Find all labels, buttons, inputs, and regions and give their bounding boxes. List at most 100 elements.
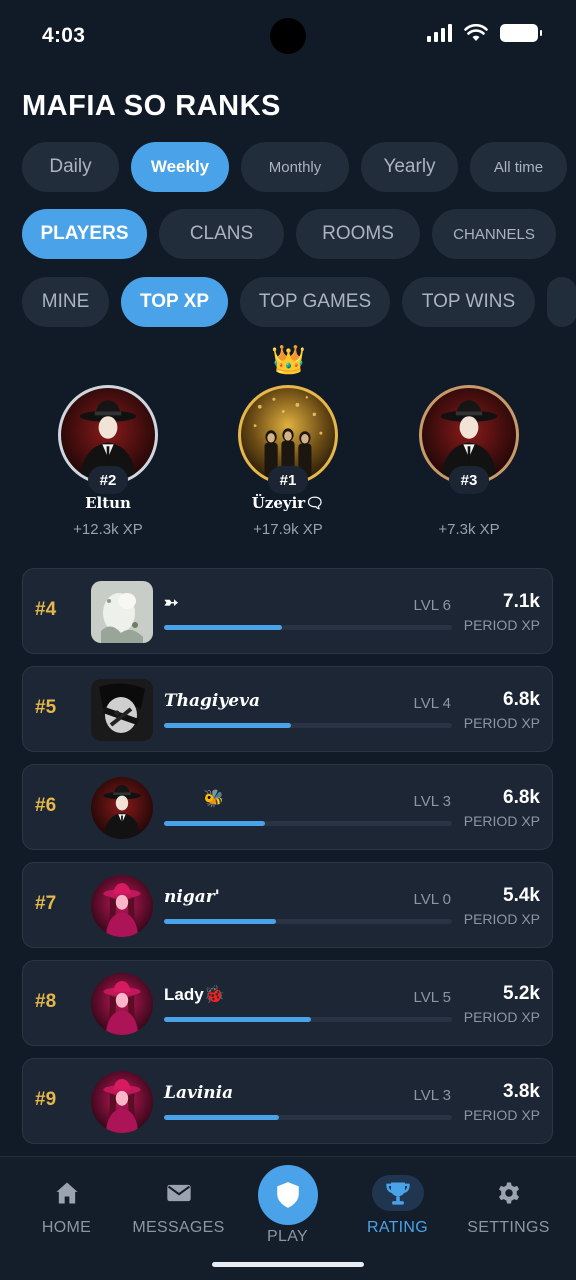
ranking-row[interactable]: #5 Thagiyeva LVL 4 6.8k PERIOD XP bbox=[22, 666, 553, 752]
row-rank: #6 bbox=[35, 795, 57, 816]
page-title: MAFIA SO RANKS bbox=[22, 90, 281, 122]
row-level: LVL 4 bbox=[413, 695, 451, 712]
row-xp-value: 6.8k bbox=[503, 787, 540, 808]
podium-third-rank: #3 bbox=[449, 466, 489, 494]
ranking-row[interactable]: #4 ➳ LVL 6 7.1k PERIOD XP bbox=[22, 568, 553, 654]
row-xp-label: PERIOD XP bbox=[463, 1009, 540, 1025]
row-rank: #5 bbox=[35, 697, 57, 718]
nav-rating-label: RATING bbox=[366, 1219, 429, 1236]
row-rank: #8 bbox=[35, 991, 57, 1012]
row-progress-bar bbox=[164, 1115, 452, 1120]
nav-rating[interactable]: RATING bbox=[340, 1157, 455, 1247]
podium-first-xp: +17.9k XP bbox=[253, 521, 323, 538]
home-indicator bbox=[212, 1262, 364, 1267]
avatar bbox=[91, 679, 153, 741]
tab-clans[interactable]: CLANS bbox=[159, 209, 284, 259]
row-player-name: Thagiyeva bbox=[164, 691, 260, 711]
row-xp-label: PERIOD XP bbox=[463, 813, 540, 829]
mail-icon bbox=[167, 1184, 191, 1202]
tab-top-xp[interactable]: TOP XP bbox=[121, 277, 228, 327]
row-xp-value: 6.8k bbox=[503, 689, 540, 710]
tab-channels[interactable]: CHANNELS bbox=[432, 209, 556, 259]
crown-icon: 👑 bbox=[271, 344, 306, 375]
row-player-name: ➳ bbox=[164, 593, 179, 612]
ranking-row[interactable]: #7 nigar' LVL 0 5.4k PERIOD XP bbox=[22, 862, 553, 948]
tab-rooms[interactable]: ROOMS bbox=[296, 209, 420, 259]
avatar bbox=[91, 581, 153, 643]
camera-cutout bbox=[270, 18, 306, 54]
ranking-row[interactable]: #6 🐝 LVL 3 6.8k PERIOD XP bbox=[22, 764, 553, 850]
row-xp-value: 5.4k bbox=[503, 885, 540, 906]
row-player-name: nigar' bbox=[164, 887, 220, 907]
row-xp-label: PERIOD XP bbox=[463, 715, 540, 731]
row-xp-value: 7.1k bbox=[503, 591, 540, 612]
period-tabs: Daily Weekly Monthly Yearly All time bbox=[22, 142, 567, 192]
row-player-name: Lavinia bbox=[164, 1083, 234, 1103]
avatar bbox=[91, 777, 153, 839]
shield-icon bbox=[277, 1182, 299, 1208]
tab-yearly[interactable]: Yearly bbox=[361, 142, 458, 192]
nav-settings-label: SETTINGS bbox=[467, 1219, 550, 1236]
row-xp-label: PERIOD XP bbox=[463, 617, 540, 633]
row-level: LVL 0 bbox=[413, 891, 451, 908]
home-icon bbox=[56, 1182, 78, 1204]
nav-home[interactable]: HOME bbox=[9, 1157, 124, 1247]
signal-icon bbox=[427, 24, 452, 42]
ranking-row[interactable]: #8 Lady🐞 LVL 5 5.2k PERIOD XP bbox=[22, 960, 553, 1046]
tab-players[interactable]: PLAYERS bbox=[22, 209, 147, 259]
tab-weekly[interactable]: Weekly bbox=[131, 142, 229, 192]
tab-daily[interactable]: Daily bbox=[22, 142, 119, 192]
play-button[interactable] bbox=[258, 1165, 318, 1225]
row-progress-bar bbox=[164, 1017, 452, 1022]
row-player-name: 🐝 bbox=[203, 789, 225, 808]
tab-monthly[interactable]: Monthly bbox=[241, 142, 349, 192]
avatar bbox=[91, 1071, 153, 1133]
row-progress-fill bbox=[164, 1017, 311, 1022]
podium-second-xp: +12.3k XP bbox=[73, 521, 143, 538]
tab-more-partial[interactable] bbox=[547, 277, 576, 327]
row-rank: #7 bbox=[35, 893, 57, 914]
row-progress-fill bbox=[164, 821, 265, 826]
trophy-icon bbox=[386, 1182, 410, 1205]
row-progress-bar bbox=[164, 723, 452, 728]
row-progress-bar bbox=[164, 821, 452, 826]
row-xp-value: 3.8k bbox=[503, 1081, 540, 1102]
metric-tabs: MINE TOP XP TOP GAMES TOP WINS bbox=[22, 277, 576, 327]
nav-messages-label: MESSAGES bbox=[132, 1219, 225, 1236]
podium-second-rank: #2 bbox=[88, 466, 128, 494]
row-rank: #9 bbox=[35, 1089, 57, 1110]
status-icons bbox=[427, 24, 542, 42]
category-tabs: PLAYERS CLANS ROOMS CHANNELS bbox=[22, 209, 556, 259]
row-progress-bar bbox=[164, 625, 452, 630]
podium-third-xp: +7.3k XP bbox=[438, 521, 500, 538]
tab-top-wins[interactable]: TOP WINS bbox=[402, 277, 535, 327]
status-bar: 4:03 bbox=[0, 0, 576, 72]
tab-all-time[interactable]: All time bbox=[470, 142, 567, 192]
battery-icon bbox=[500, 24, 542, 42]
nav-play-label: PLAY bbox=[267, 1228, 308, 1245]
nav-messages[interactable]: MESSAGES bbox=[121, 1157, 236, 1247]
nav-settings[interactable]: SETTINGS bbox=[451, 1157, 566, 1247]
row-progress-bar bbox=[164, 919, 452, 924]
tab-mine[interactable]: MINE bbox=[22, 277, 109, 327]
ranking-row[interactable]: #9 Lavinia LVL 3 3.8k PERIOD XP bbox=[22, 1058, 553, 1144]
row-progress-fill bbox=[164, 625, 283, 630]
wifi-icon bbox=[464, 24, 488, 41]
tab-top-games[interactable]: TOP GAMES bbox=[240, 277, 390, 327]
podium-first-name: Üzeyir🗨 bbox=[251, 494, 325, 512]
row-progress-fill bbox=[164, 723, 291, 728]
row-xp-value: 5.2k bbox=[503, 983, 540, 1004]
row-level: LVL 3 bbox=[413, 793, 451, 810]
gear-icon bbox=[498, 1182, 520, 1204]
row-level: LVL 6 bbox=[413, 597, 451, 614]
row-progress-fill bbox=[164, 1115, 280, 1120]
podium-first-rank: #1 bbox=[268, 466, 308, 494]
nav-home-label: HOME bbox=[41, 1219, 92, 1236]
podium-second-name: Eltun bbox=[85, 494, 131, 512]
avatar bbox=[91, 875, 153, 937]
row-level: LVL 5 bbox=[413, 989, 451, 1006]
row-xp-label: PERIOD XP bbox=[463, 911, 540, 927]
status-time: 4:03 bbox=[42, 24, 86, 47]
row-progress-fill bbox=[164, 919, 277, 924]
row-level: LVL 3 bbox=[413, 1087, 451, 1104]
